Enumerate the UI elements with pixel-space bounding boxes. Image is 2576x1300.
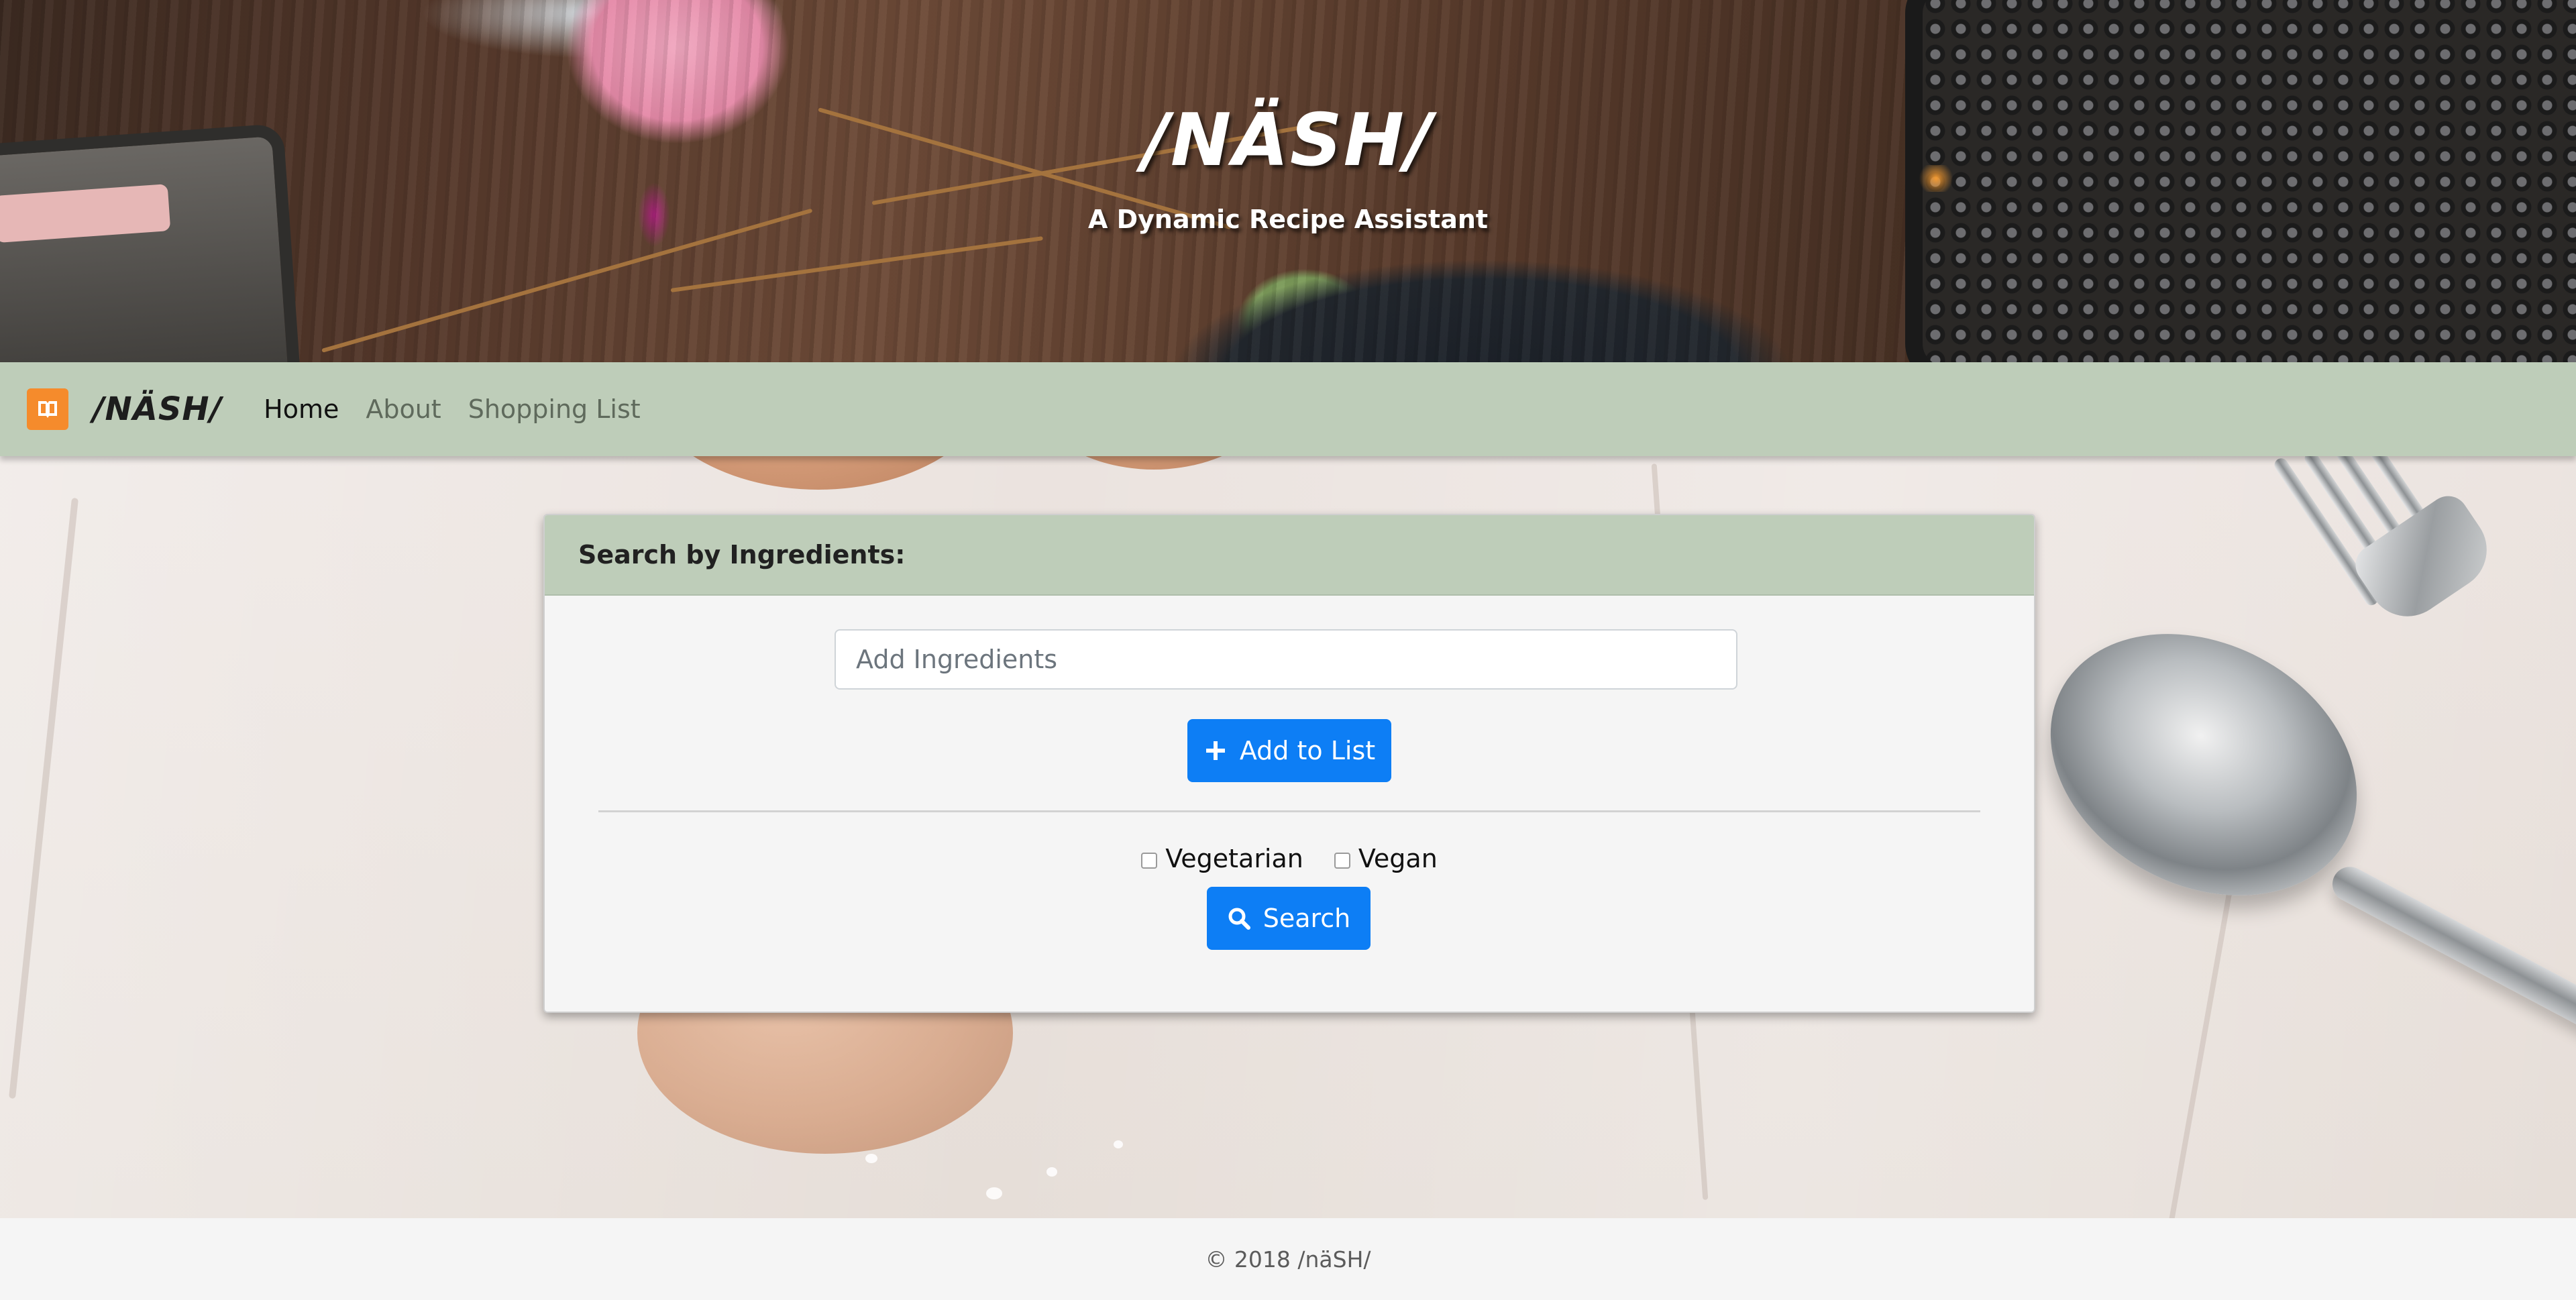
nav-item-about[interactable]: About [366, 394, 441, 424]
decor-spoon-handle [2326, 861, 2576, 1056]
book-icon[interactable] [27, 388, 68, 430]
nav-item-shopping-list[interactable]: Shopping List [468, 394, 641, 424]
diet-filters: Vegetarian Vegan [545, 844, 2034, 873]
decor-flour [986, 1187, 1002, 1199]
vegetarian-checkbox[interactable] [1141, 853, 1158, 869]
hero-title: /NÄSH/ [1142, 99, 1434, 182]
add-to-list-label: Add to List [1239, 736, 1376, 765]
search-icon [1228, 908, 1250, 930]
divider [598, 810, 1980, 812]
vegan-checkbox[interactable] [1334, 853, 1350, 869]
vegan-option[interactable]: Vegan [1334, 844, 1438, 873]
plus-icon [1205, 741, 1225, 760]
decor-flour [1046, 1167, 1057, 1177]
ingredient-input[interactable] [835, 629, 1737, 690]
brand-name[interactable]: /NÄSH/ [93, 390, 222, 428]
card-header: Search by Ingredients: [545, 515, 2034, 596]
nav-item-home[interactable]: Home [264, 394, 339, 424]
search-button[interactable]: Search [1207, 887, 1371, 950]
vegetarian-option[interactable]: Vegetarian [1141, 844, 1303, 873]
book-icon-glyph [38, 401, 57, 418]
add-to-list-button[interactable]: Add to List [1187, 719, 1391, 782]
search-label: Search [1263, 904, 1351, 933]
search-card: Search by Ingredients: Add to List Veget… [543, 514, 2035, 1013]
hero-banner: /NÄSH/ A Dynamic Recipe Assistant [0, 0, 2576, 362]
footer: © 2018 /näSH/ [0, 1218, 2576, 1300]
decor-grater [1905, 0, 2576, 362]
decor-fork [2347, 488, 2503, 633]
navbar: /NÄSH/ Home About Shopping List [0, 362, 2576, 456]
decor-flour [1114, 1140, 1123, 1148]
marble-vein [8, 497, 79, 1099]
decor-flour [865, 1154, 877, 1163]
footer-copyright: © 2018 /näSH/ [1205, 1246, 1371, 1272]
hero-subtitle: A Dynamic Recipe Assistant [1087, 205, 1489, 234]
vegetarian-label: Vegetarian [1165, 844, 1303, 873]
vegan-label: Vegan [1358, 844, 1438, 873]
